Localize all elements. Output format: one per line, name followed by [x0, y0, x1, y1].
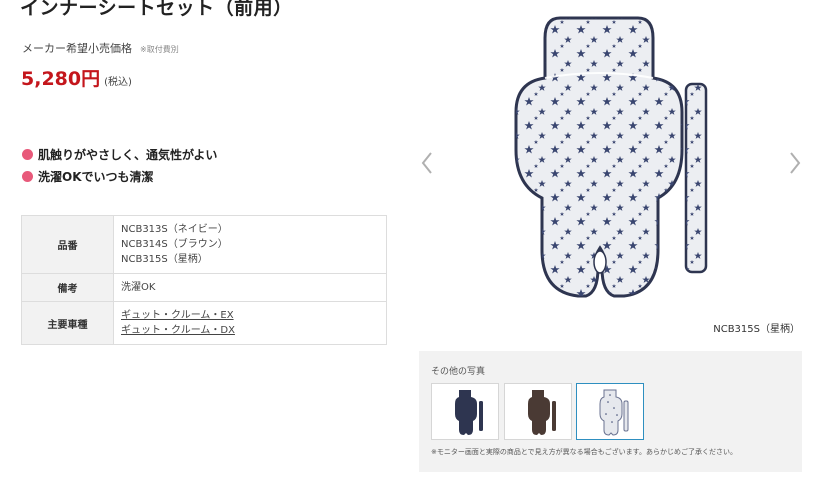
navy-seat-thumbnail-image	[455, 390, 483, 435]
thumbnail-navy[interactable]	[431, 383, 499, 440]
spec-value: 洗濯OK	[113, 273, 387, 302]
spec-header: 主要車種	[21, 301, 114, 345]
star-seat-thumbnail-image	[599, 389, 629, 436]
vehicle-link[interactable]: ギュット・クルーム・EX	[121, 310, 234, 321]
gallery-next-button[interactable]	[788, 150, 802, 176]
price-label-text: メーカー希望小売価格	[22, 42, 132, 55]
spec-header: 品番	[21, 215, 114, 274]
other-photos-panel: その他の写真 ※モニター画面と実際の商品とで見え方が異なる場合もございます。あら…	[419, 351, 802, 472]
spec-row-remarks: 備考 洗濯OK	[21, 273, 387, 302]
price-value: 5,280円	[21, 68, 101, 90]
bullet-icon	[22, 148, 33, 160]
tax-label: (税込)	[104, 77, 132, 88]
thumbnail-brown[interactable]	[504, 383, 572, 440]
spec-value: ギュット・クルーム・EX ギュット・クルーム・DX	[113, 301, 387, 345]
vehicle-link[interactable]: ギュット・クルーム・DX	[121, 325, 235, 336]
price-note: ※取付費別	[140, 45, 179, 54]
part-number-line: NCB313S（ネイビー）	[121, 224, 228, 235]
spec-table: 品番 NCB313S（ネイビー） NCB314S（ブラウン） NCB315S（星…	[21, 215, 387, 345]
gallery-prev-button[interactable]	[420, 150, 434, 176]
feature-list: 肌触りがやさしく、通気性がよい 洗濯OKでいつも清潔	[22, 143, 217, 187]
price: 5,280円 (税込)	[21, 64, 132, 91]
bullet-icon	[22, 170, 33, 182]
spec-value: NCB313S（ネイビー） NCB314S（ブラウン） NCB315S（星柄）	[113, 215, 387, 274]
part-number-line: NCB314S（ブラウン）	[121, 239, 228, 250]
product-image	[420, 0, 802, 345]
spec-row-part-number: 品番 NCB313S（ネイビー） NCB314S（ブラウン） NCB315S（星…	[21, 215, 387, 274]
thumbnail-stars[interactable]	[576, 383, 644, 440]
product-title: インナーシートセット（前用）	[20, 0, 293, 19]
spec-row-vehicles: 主要車種 ギュット・クルーム・EX ギュット・クルーム・DX	[21, 301, 387, 345]
feature-text: 洗濯OKでいつも清潔	[38, 169, 154, 184]
feature-item: 洗濯OKでいつも清潔	[22, 165, 217, 187]
feature-item: 肌触りがやさしく、通気性がよい	[22, 143, 217, 165]
brown-seat-thumbnail-image	[528, 390, 556, 435]
price-label: メーカー希望小売価格 ※取付費別	[22, 40, 179, 56]
remarks-text: 洗濯OK	[121, 282, 156, 293]
feature-text: 肌触りがやさしく、通気性がよい	[38, 147, 218, 162]
part-number-line: NCB315S（星柄）	[121, 254, 208, 265]
chevron-left-icon	[421, 152, 432, 174]
image-caption: NCB315S（星柄）	[713, 324, 800, 335]
other-photos-label: その他の写真	[431, 367, 486, 377]
chevron-right-icon	[790, 152, 801, 174]
color-disclaimer: ※モニター画面と実際の商品とで見え方が異なる場合もございます。あらかじめご了承く…	[431, 448, 737, 456]
spec-header: 備考	[21, 273, 114, 302]
